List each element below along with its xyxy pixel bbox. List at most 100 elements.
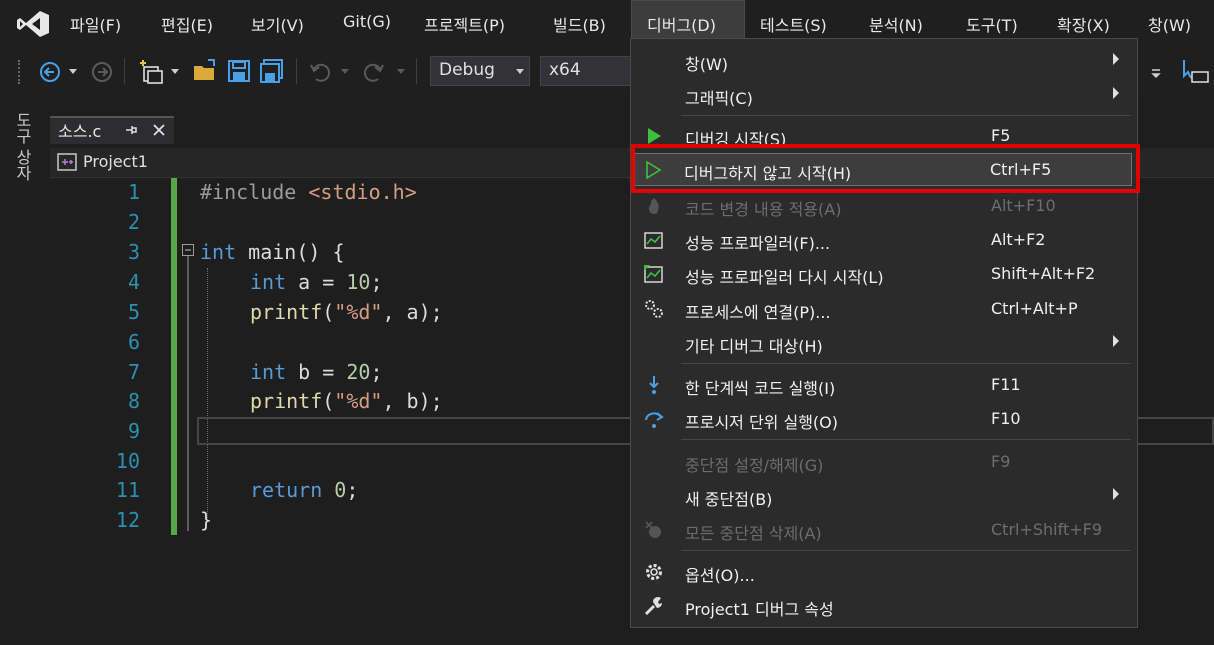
code-token: 0 [322, 478, 347, 502]
code-token: ( [322, 300, 335, 324]
menu-view[interactable]: 보기(V) [251, 12, 304, 36]
menu-analyze[interactable]: 분석(N) [869, 12, 923, 36]
indent-guide [207, 268, 208, 518]
undo-icon[interactable] [308, 60, 332, 84]
menu-item-label: 프로시저 단위 실행(O) [685, 413, 839, 432]
menu-item-label: 창(W) [685, 55, 729, 74]
code-token: 10 [346, 270, 371, 294]
open-folder-icon[interactable] [192, 58, 218, 84]
toolbar-grip[interactable] [18, 60, 26, 84]
menu-item-step-over[interactable]: 프로시저 단위 실행(O) F10 [631, 403, 1137, 435]
step-into-icon [649, 376, 659, 394]
toolbar-overflow-icon[interactable] [1150, 66, 1164, 80]
save-all-icon[interactable] [258, 58, 286, 84]
menu-item-label: 그래픽(C) [685, 89, 753, 108]
menu-test[interactable]: 테스트(S) [760, 12, 827, 36]
code-token: } [200, 508, 213, 532]
menu-file[interactable]: 파일(F) [70, 12, 121, 36]
hot-reload-icon [648, 198, 659, 214]
menu-item-shortcut: Ctrl+Alt+P [991, 299, 1078, 318]
menu-project[interactable]: 프로젝트(P) [424, 12, 505, 36]
toolbar-separator [296, 58, 297, 84]
code-token: ; [346, 478, 359, 502]
change-tracking-margin [171, 178, 177, 535]
code-line: int main() { [200, 240, 345, 264]
line-number: 7 [127, 360, 140, 384]
gear-icon [646, 564, 662, 580]
menu-item-shortcut: F10 [991, 409, 1021, 428]
submenu-arrow-icon [1113, 335, 1119, 347]
collapse-icon[interactable] [182, 244, 194, 256]
line-number: 10 [115, 449, 140, 473]
document-tab-title: 소스.c [58, 122, 102, 141]
chevron-down-icon[interactable] [170, 68, 180, 76]
save-icon[interactable] [226, 58, 252, 84]
redo-icon[interactable] [362, 60, 386, 84]
menu-item-restart-profiler[interactable]: 성능 프로파일러 다시 시작(L) Shift+Alt+F2 [631, 258, 1137, 290]
left-tool-strip [0, 108, 46, 645]
menu-item-new-breakpoint[interactable]: 새 중단점(B) [631, 480, 1137, 512]
code-token: a = [286, 270, 347, 294]
menu-item-shortcut: Alt+F2 [991, 230, 1046, 249]
toolbox-tab[interactable]: 도구 상자 [13, 112, 34, 181]
line-number: 6 [127, 330, 140, 354]
menu-edit[interactable]: 편집(E) [161, 12, 213, 36]
menu-item-shortcut: Alt+F10 [991, 196, 1056, 215]
code-token: 20 [346, 360, 371, 384]
pin-icon[interactable] [124, 123, 138, 137]
code-token: ( [322, 389, 335, 413]
menu-debug[interactable]: 디버그(D) [647, 12, 716, 36]
code-token: int [200, 240, 237, 264]
menu-item-label: 새 중단점(B) [685, 490, 773, 509]
code-token: printf [250, 300, 323, 324]
menu-tools[interactable]: 도구(T) [966, 12, 1018, 36]
step-over-icon [645, 412, 664, 428]
code-token: b = [286, 360, 347, 384]
close-icon[interactable] [152, 123, 166, 137]
red-callout-box [631, 144, 1140, 193]
code-line: printf("%d", a); [250, 300, 443, 324]
chevron-down-icon[interactable] [68, 68, 78, 76]
menu-item-options[interactable]: 옵션(O)... [631, 556, 1137, 588]
line-number: 2 [127, 210, 140, 234]
menu-item-apply-code-changes[interactable]: 코드 변경 내용 적용(A) Alt+F10 [631, 190, 1137, 222]
line-number: 4 [127, 270, 140, 294]
menu-item-shortcut: F11 [991, 375, 1021, 394]
menu-window[interactable]: 창(W) [1148, 12, 1191, 36]
code-line: int a = 10; [250, 270, 382, 294]
menu-item-step-into[interactable]: 한 단계씩 코드 실행(I) F11 [631, 369, 1137, 401]
menu-item-other-debug-targets[interactable]: 기타 디버그 대상(H) [631, 327, 1137, 359]
code-token: ; [370, 360, 383, 384]
menu-separator [681, 115, 1131, 116]
menu-git[interactable]: Git(G) [343, 12, 391, 31]
new-project-icon[interactable] [138, 58, 166, 86]
visual-studio-logo-icon[interactable] [16, 10, 50, 38]
menu-item-graphics[interactable]: 그래픽(C) [631, 79, 1137, 111]
menu-build[interactable]: 빌드(B) [553, 12, 606, 36]
project-scope-label[interactable]: Project1 [83, 152, 148, 171]
submenu-arrow-icon [1113, 488, 1119, 500]
navigate-forward-icon[interactable] [90, 60, 114, 84]
menu-item-label: 성능 프로파일러(F)... [685, 234, 831, 253]
configuration-select[interactable]: Debug [430, 56, 530, 86]
menu-item-window[interactable]: 창(W) [631, 45, 1137, 77]
chevron-down-icon[interactable] [340, 68, 350, 76]
menu-item-delete-all-breakpoints[interactable]: 모든 중단점 삭제(A) Ctrl+Shift+F9 [631, 514, 1137, 546]
menu-item-attach-to-process[interactable]: 프로세스에 연결(P)... Ctrl+Alt+P [631, 293, 1137, 325]
code-token: int [250, 360, 287, 384]
menu-item-shortcut: F5 [991, 126, 1011, 145]
attach-process-icon [645, 300, 663, 318]
platform-value: x64 [549, 60, 581, 80]
line-number: 1 [127, 180, 140, 204]
menu-item-toggle-breakpoint[interactable]: 중단점 설정/해제(G) F9 [631, 446, 1137, 478]
cursor-tool-icon[interactable] [1180, 58, 1210, 86]
menu-item-label: 코드 변경 내용 적용(A) [685, 200, 842, 219]
navigate-back-icon[interactable] [38, 60, 62, 84]
menu-item-project-debug-properties[interactable]: Project1 디버그 속성 [631, 590, 1137, 622]
menu-extensions[interactable]: 확장(X) [1057, 12, 1110, 36]
menu-separator [681, 550, 1131, 551]
menu-item-performance-profiler[interactable]: 성능 프로파일러(F)... Alt+F2 [631, 224, 1137, 256]
toolbar-separator [416, 58, 417, 84]
chevron-down-icon[interactable] [396, 68, 406, 76]
platform-select[interactable]: x64 [540, 56, 632, 86]
